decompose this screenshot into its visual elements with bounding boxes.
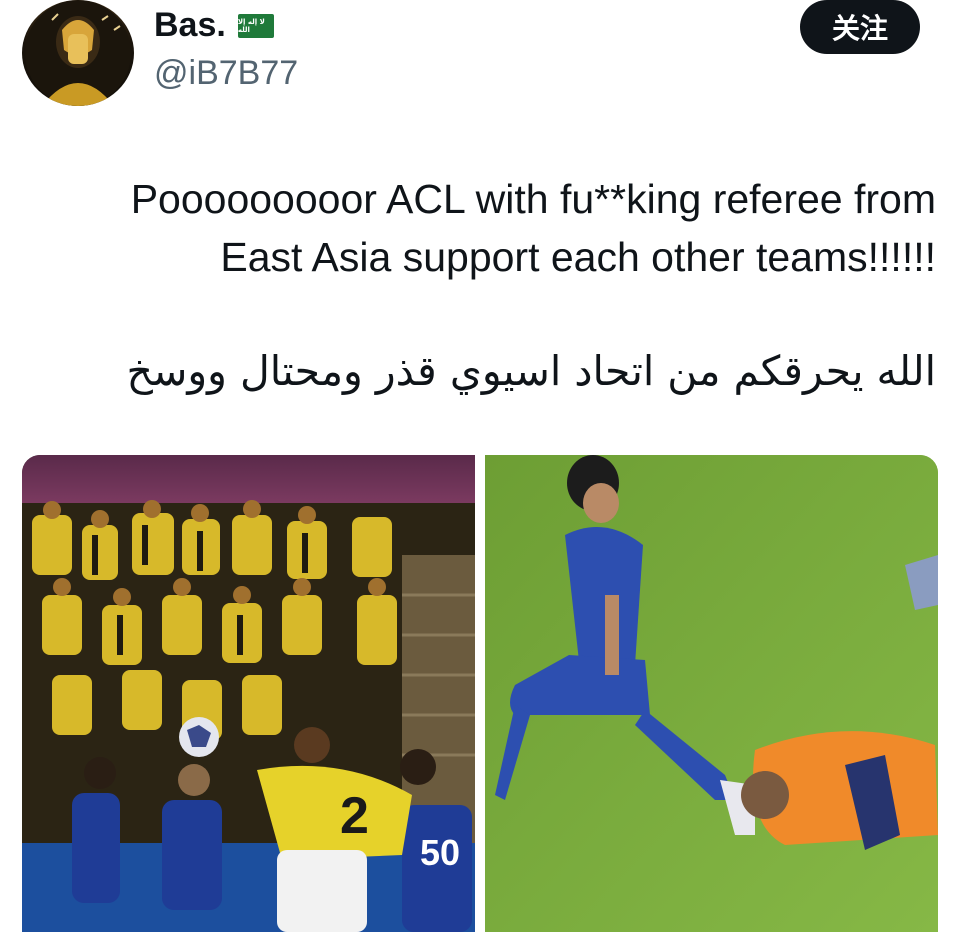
tweet-text: Pooooooooor ACL with fu**king referee fr… bbox=[56, 170, 936, 286]
media-image-left[interactable]: 2 50 bbox=[22, 455, 475, 932]
user-handle[interactable]: @iB7B77 bbox=[154, 54, 298, 93]
tweet-text-arabic: الله يحرقكم من اتحاد اسيوي قذر ومحتال وو… bbox=[126, 347, 937, 395]
blue-player-number: 50 bbox=[420, 832, 460, 873]
yellow-player-number: 2 bbox=[340, 787, 369, 845]
tweet-text-line2: East Asia support each other teams!!!!!! bbox=[220, 234, 936, 280]
saudi-flag-icon: ﻻ إله إلا الله bbox=[237, 13, 274, 38]
tweet-text-line1: Pooooooooor ACL with fu**king referee fr… bbox=[130, 176, 936, 222]
avatar[interactable] bbox=[22, 0, 134, 106]
media-image-right[interactable] bbox=[485, 455, 938, 932]
display-name-text: Bas. bbox=[154, 6, 226, 44]
tweet-media[interactable]: 2 50 bbox=[22, 455, 938, 932]
display-name[interactable]: Bas. ﻻ إله إلا الله bbox=[154, 6, 274, 45]
tweet-header: Bas. ﻻ إله إلا الله @iB7B77 关注 bbox=[0, 0, 960, 120]
flag-text: ﻻ إله إلا الله bbox=[237, 17, 265, 34]
follow-button[interactable]: 关注 bbox=[800, 0, 920, 54]
